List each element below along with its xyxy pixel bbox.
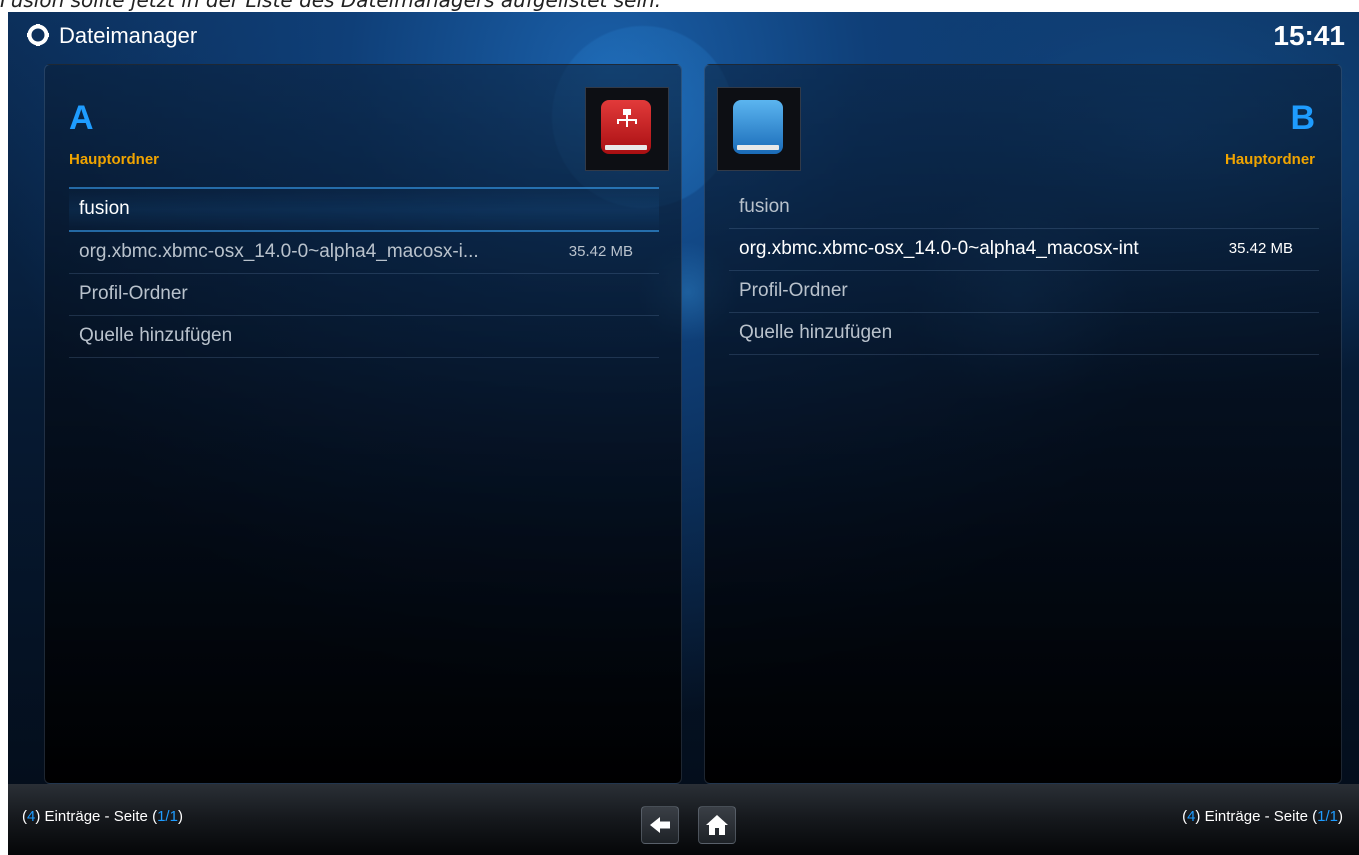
count-value: 4 [27,808,36,825]
page-total: 1 [1329,808,1338,825]
tutorial-caption: Fusion sollte jetzt in der Liste des Dat… [0,0,662,12]
count-close: ) [177,808,183,825]
panel-b: B Hauptordner fusion org.xbmc.xbmc-osx_1… [704,64,1342,784]
home-button[interactable] [698,806,736,844]
count-label: Einträge - Seite ( [44,808,158,825]
drive-slot [605,145,647,150]
list-item[interactable]: org.xbmc.xbmc-osx_14.0-0~alpha4_macosx-i… [69,232,659,274]
folder-label: Hauptordner [69,151,159,168]
bottom-bar: (4) Einträge - Seite (1/1) (4) Einträge … [8,784,1359,855]
item-name: Profil-Ordner [79,283,188,304]
file-list: fusion org.xbmc.xbmc-osx_14.0-0~alpha4_m… [69,187,659,358]
panel-letter: A [69,99,94,137]
back-arrow-icon [650,817,670,833]
list-item[interactable]: org.xbmc.xbmc-osx_14.0-0~alpha4_macosx-i… [729,229,1319,271]
file-manager-screen: Dateimanager 15:41 A Hauptordner fusion … [8,12,1359,855]
item-size: 35.42 MB [1228,240,1293,257]
list-item[interactable]: fusion [729,187,1319,229]
hard-drive-icon[interactable] [717,87,801,171]
item-name: Quelle hinzufügen [79,325,233,346]
list-item[interactable]: Profil-Ordner [69,274,659,316]
file-list: fusion org.xbmc.xbmc-osx_14.0-0~alpha4_m… [729,187,1319,355]
item-name: Quelle hinzufügen [739,322,893,343]
item-count-a: (4) Einträge - Seite (1/1) [22,808,183,825]
count-value: 4 [1187,808,1196,825]
page-title: Dateimanager [59,23,198,48]
network-symbol-icon [617,109,637,127]
page-total: 1 [169,808,178,825]
top-bar: Dateimanager 15:41 [8,12,1359,62]
list-item[interactable]: fusion [69,187,659,232]
list-item[interactable]: Profil-Ordner [729,271,1319,313]
item-size: 35.42 MB [568,243,633,260]
item-name: fusion [739,196,790,217]
count-close: ) [1338,808,1343,825]
folder-label: Hauptordner [1225,151,1315,168]
network-drive-icon[interactable] [585,87,669,171]
item-name: Profil-Ordner [739,280,848,301]
item-count-b: (4) Einträge - Seite (1/1) [1182,808,1343,825]
list-item[interactable]: Quelle hinzufügen [69,316,659,358]
panel-a: A Hauptordner fusion org.xbmc.xbmc-osx_1… [44,64,682,784]
count-label: Einträge - Seite ( [1204,808,1318,825]
item-name: org.xbmc.xbmc-osx_14.0-0~alpha4_macosx-i… [79,241,479,262]
item-name: fusion [79,198,130,219]
home-icon [706,815,728,835]
back-button[interactable] [641,806,679,844]
settings-gear-icon [27,24,49,46]
drive-slot [737,145,779,150]
clock: 15:41 [1273,20,1345,51]
panel-letter: B [1290,99,1315,137]
item-name: org.xbmc.xbmc-osx_14.0-0~alpha4_macosx-i… [739,238,1139,259]
list-item[interactable]: Quelle hinzufügen [729,313,1319,355]
